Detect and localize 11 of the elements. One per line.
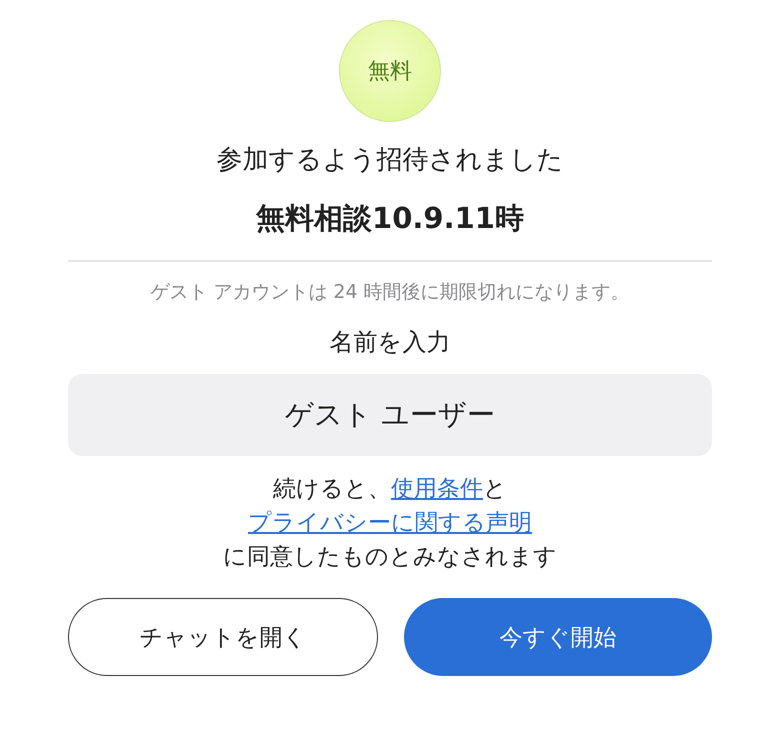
guest-notice: ゲスト アカウントは 24 時間後に期限切れになります。 [150,280,630,305]
terms-link[interactable]: 使用条件 [391,476,483,502]
name-input-field[interactable]: ゲスト ユーザー [68,374,712,456]
free-badge: 無料 [339,20,441,122]
name-label: 名前を入力 [330,327,450,358]
meeting-name: 無料相談10.9.11時 [256,200,524,237]
terms-link[interactable]: プライバシーに関する声明 [248,510,532,536]
invite-title: 参加するよう招待されました [216,144,564,177]
consent-text: 続けると、使用条件と プライバシーに関する声明 に同意したものとみなされます [223,475,557,572]
start-now-button[interactable]: 今すぐ開始 [404,598,712,676]
open-chat-button[interactable]: チャットを開く [68,598,378,676]
